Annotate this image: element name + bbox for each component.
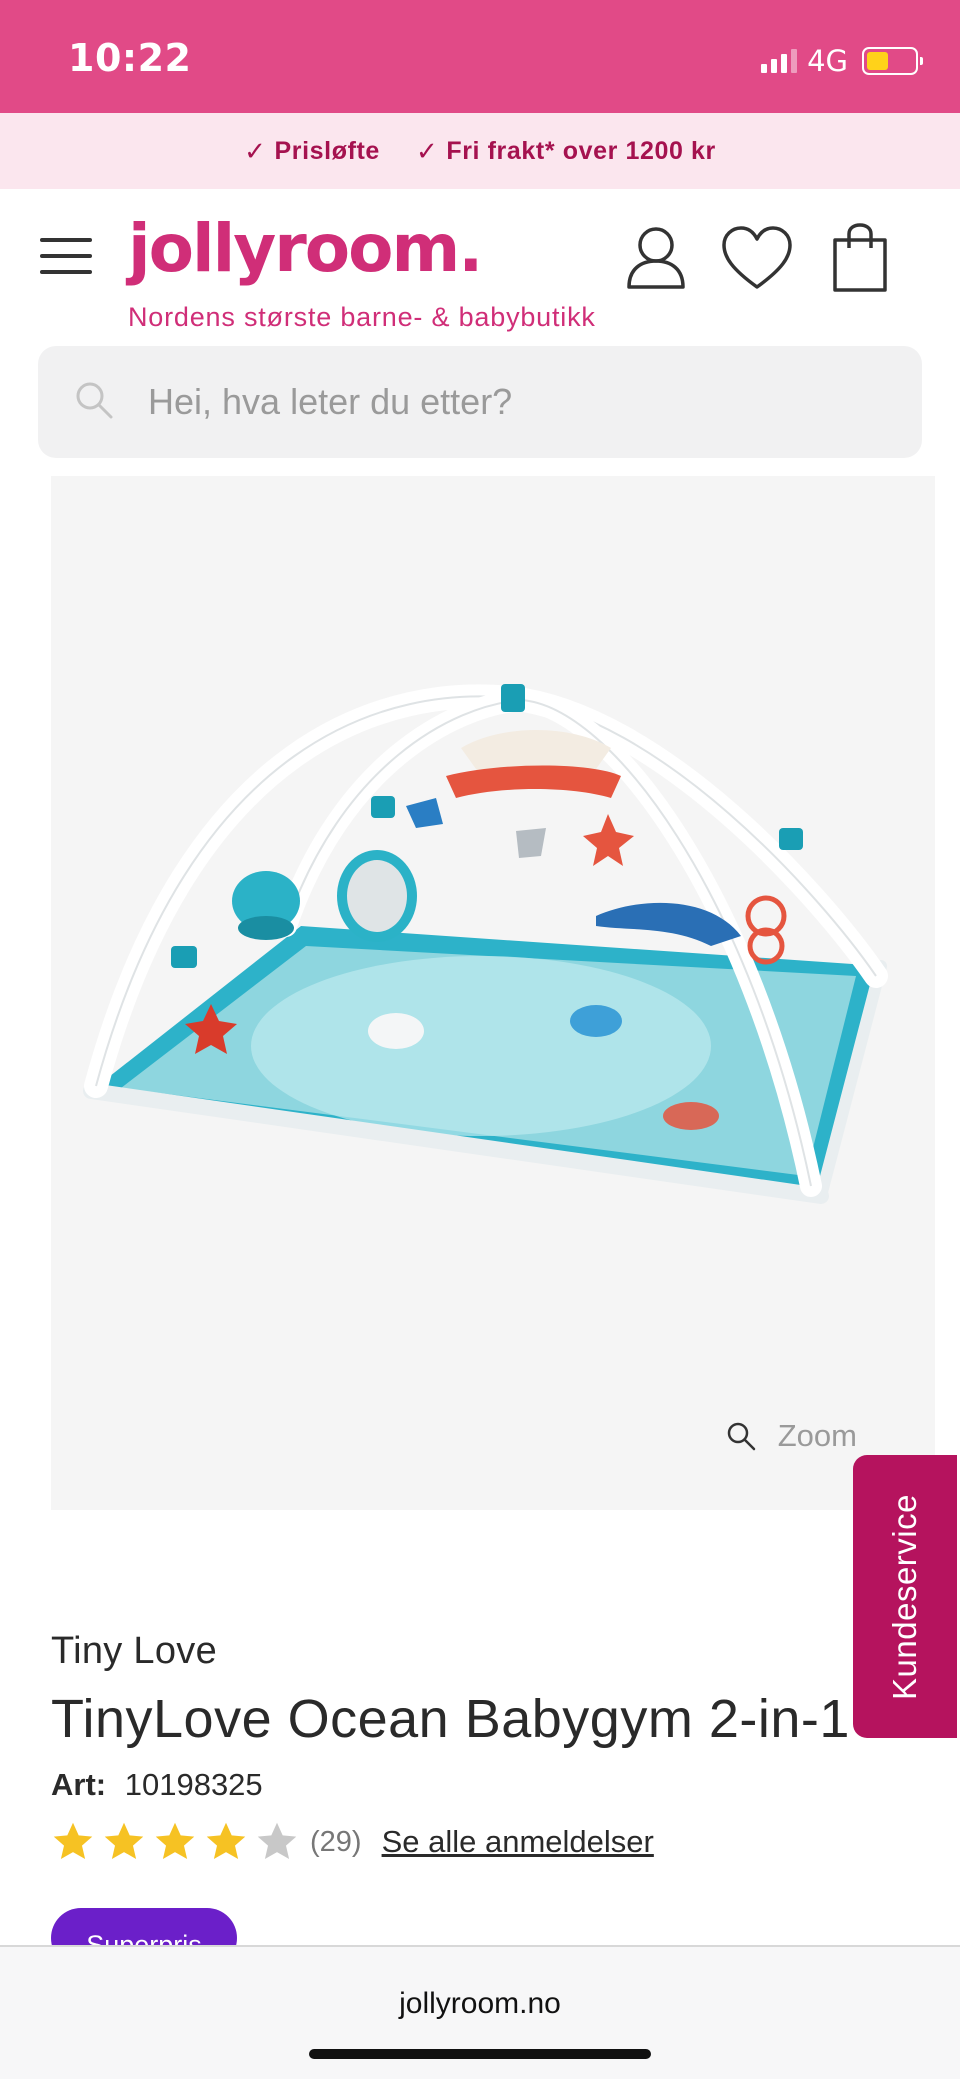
home-indicator [309, 2049, 651, 2059]
account-icon[interactable] [625, 225, 687, 291]
heart-icon[interactable] [720, 225, 794, 291]
usp-item: ✓ Fri frakt* over 1200 kr [416, 136, 716, 167]
star-empty-icon [257, 1822, 297, 1860]
search-input[interactable] [148, 346, 888, 458]
usp-item: ✓ Prisløfte [244, 136, 380, 167]
all-reviews-link[interactable]: Se alle anmeldelser [382, 1824, 654, 1860]
status-bar: 10:22 4G [0, 0, 960, 113]
article-number: Art: 10198325 [51, 1767, 263, 1803]
check-icon: ✓ [415, 135, 439, 166]
logo[interactable]: jollyroom. [128, 210, 483, 287]
browser-url-bar[interactable]: jollyroom.no [0, 1945, 960, 2079]
babygym-illustration [83, 684, 888, 1204]
usp-label: Prisløfte [274, 136, 380, 165]
product-image[interactable]: Zoom [51, 476, 935, 1510]
zoom-button[interactable]: Zoom [726, 1418, 857, 1454]
search-icon [76, 382, 113, 419]
star-icon [206, 1822, 246, 1860]
url-text[interactable]: jollyroom.no [0, 1987, 960, 2021]
search-box[interactable] [38, 346, 922, 458]
star-icon [155, 1822, 195, 1860]
signal-icon [761, 49, 798, 73]
review-count: (29) [310, 1825, 362, 1858]
usp-label: Fri frakt* over 1200 kr [446, 136, 716, 165]
status-indicators: 4G [761, 44, 923, 78]
network-type: 4G [807, 44, 848, 78]
star-icon [53, 1822, 93, 1860]
article-label: Art: [51, 1767, 107, 1802]
shopping-bag-icon[interactable] [830, 222, 890, 294]
check-icon: ✓ [244, 135, 267, 166]
product-brand[interactable]: Tiny Love [51, 1630, 217, 1673]
status-time: 10:22 [68, 36, 192, 80]
article-value: 10198325 [124, 1767, 263, 1802]
menu-icon[interactable] [40, 238, 92, 274]
product-title: TinyLove Ocean Babygym 2-in-1 [51, 1689, 850, 1749]
battery-level [867, 52, 888, 70]
star-icon [104, 1822, 144, 1860]
customer-service-tab[interactable]: Kundeservice [853, 1455, 957, 1738]
magnifier-icon [727, 1422, 755, 1451]
rating[interactable]: (29) Se alle anmeldelser [51, 1820, 654, 1864]
zoom-label: Zoom [777, 1418, 857, 1453]
customer-service-label: Kundeservice [886, 1493, 923, 1700]
tagline: Nordens største barne- & babybutikk [128, 302, 596, 332]
battery-icon [862, 47, 923, 75]
usp-bar: ✓ Prisløfte ✓ Fri frakt* over 1200 kr [0, 113, 960, 189]
